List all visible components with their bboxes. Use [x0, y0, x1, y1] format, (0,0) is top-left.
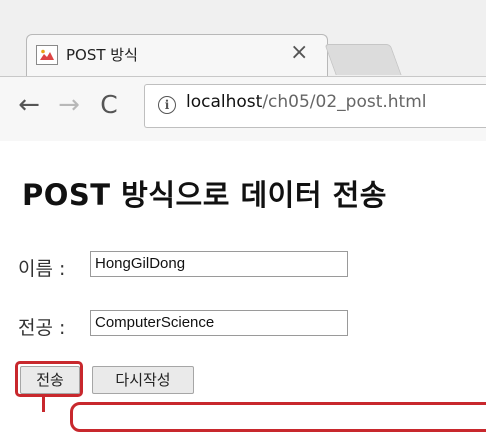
tab-title: POST 방식: [66, 46, 138, 64]
callout-box: [70, 402, 486, 432]
forward-arrow-icon[interactable]: →: [52, 88, 86, 122]
new-tab-button[interactable]: [324, 44, 402, 75]
url-path: /ch05/02_post.html: [262, 92, 427, 112]
major-input[interactable]: ComputerScience: [90, 310, 348, 336]
major-label: 전공 :: [18, 317, 66, 339]
callout-connector: [42, 397, 45, 412]
name-label: 이름 :: [18, 258, 66, 280]
reset-button[interactable]: 다시작성: [92, 366, 194, 394]
reload-icon[interactable]: C: [92, 88, 126, 122]
name-input[interactable]: HongGilDong: [90, 251, 348, 277]
favicon-icon: [36, 45, 58, 65]
close-tab-icon[interactable]: ×: [290, 40, 308, 66]
back-arrow-icon[interactable]: ←: [12, 88, 46, 122]
info-icon[interactable]: i: [158, 96, 176, 114]
url-text[interactable]: localhost/ch05/02_post.html: [186, 92, 427, 112]
page-title: POST 방식으로 데이터 전송: [22, 178, 387, 212]
submit-button[interactable]: 전송: [20, 366, 80, 394]
url-host: localhost: [186, 92, 263, 112]
